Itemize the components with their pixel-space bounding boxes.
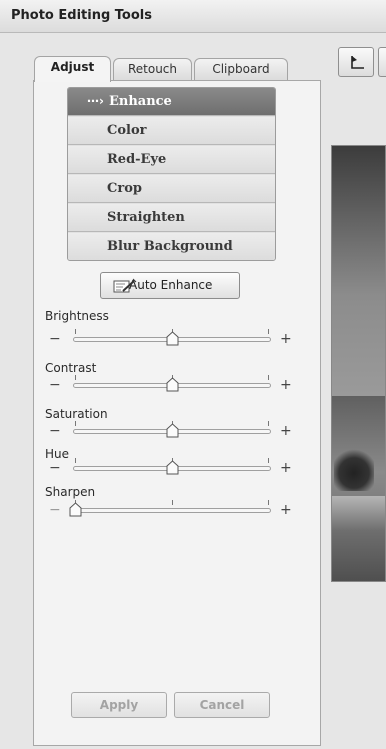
slider-thumb[interactable]: [69, 502, 82, 517]
tab-clipboard-label: Clipboard: [212, 62, 270, 76]
apply-button[interactable]: Apply: [71, 692, 167, 718]
auto-enhance-button[interactable]: Auto Enhance: [100, 272, 240, 299]
sharpen-track[interactable]: [73, 508, 271, 513]
sharpen-label: Sharpen: [45, 485, 96, 499]
dotted-arrow-icon: ⋯›: [87, 94, 104, 108]
cancel-button[interactable]: Cancel: [174, 692, 270, 718]
menu-item-label: Blur Background: [107, 239, 233, 254]
decrease-brightness-icon[interactable]: −: [49, 332, 61, 346]
increase-sharpen-icon[interactable]: +: [280, 503, 292, 517]
menu-item-enhance[interactable]: ⋯› Enhance: [68, 88, 275, 116]
decrease-saturation-icon[interactable]: −: [49, 424, 61, 438]
window-title: Photo Editing Tools: [11, 8, 152, 23]
saturation-label: Saturation: [45, 407, 108, 421]
slider-tick: [268, 421, 269, 426]
slider-tick: [75, 375, 76, 380]
slider-tick: [268, 458, 269, 463]
increase-brightness-icon[interactable]: +: [280, 332, 292, 346]
brightness-label: Brightness: [45, 309, 109, 323]
cancel-label: Cancel: [199, 698, 245, 712]
photo-tree: [334, 446, 374, 491]
slider-tick: [268, 375, 269, 380]
slider-tick: [75, 421, 76, 426]
menu-item-red-eye[interactable]: Red-Eye: [68, 146, 275, 174]
photo-preview: [331, 145, 386, 582]
slider-tick: [75, 458, 76, 463]
hue-label: Hue: [45, 447, 70, 461]
slider-thumb[interactable]: [166, 423, 179, 438]
menu-item-label: Enhance: [108, 94, 172, 109]
decrease-contrast-icon[interactable]: −: [49, 378, 61, 392]
undo-button[interactable]: [338, 47, 374, 77]
tab-retouch-label: Retouch: [127, 62, 178, 76]
photo-sky: [332, 146, 385, 396]
tab-adjust-label: Adjust: [50, 60, 95, 74]
slider-tick: [268, 500, 269, 505]
enhance-menu: ⋯› Enhance Color Red-Eye Crop Straighten …: [67, 87, 276, 261]
redo-button[interactable]: [378, 47, 386, 77]
tab-adjust[interactable]: Adjust: [34, 56, 111, 82]
slider-thumb[interactable]: [166, 377, 179, 392]
slider-tick: [171, 500, 173, 505]
menu-item-label: Straighten: [107, 210, 185, 225]
increase-saturation-icon[interactable]: +: [280, 424, 292, 438]
increase-contrast-icon[interactable]: +: [280, 378, 292, 392]
apply-label: Apply: [99, 698, 139, 712]
menu-item-blur-background[interactable]: Blur Background: [68, 233, 275, 260]
slider-thumb[interactable]: [166, 460, 179, 475]
menu-item-crop[interactable]: Crop: [68, 175, 275, 203]
magic-wand-icon: [113, 278, 137, 293]
tab-retouch[interactable]: Retouch: [113, 58, 192, 81]
title-bar: Photo Editing Tools: [0, 0, 386, 33]
slider-tick: [75, 329, 76, 334]
menu-item-label: Red-Eye: [107, 152, 167, 167]
contrast-label: Contrast: [45, 361, 97, 375]
menu-item-color[interactable]: Color: [68, 117, 275, 145]
undo-icon: [351, 56, 364, 69]
auto-enhance-label: Auto Enhance: [129, 278, 213, 292]
menu-item-label: Crop: [107, 181, 142, 196]
decrease-sharpen-icon[interactable]: −: [49, 503, 61, 517]
slider-thumb[interactable]: [166, 331, 179, 346]
menu-item-straighten[interactable]: Straighten: [68, 204, 275, 232]
decrease-hue-icon[interactable]: −: [49, 461, 61, 475]
photo-ground: [332, 496, 385, 581]
increase-hue-icon[interactable]: +: [280, 461, 292, 475]
tab-clipboard[interactable]: Clipboard: [194, 58, 288, 81]
slider-tick: [268, 329, 269, 334]
menu-item-label: Color: [107, 123, 147, 138]
